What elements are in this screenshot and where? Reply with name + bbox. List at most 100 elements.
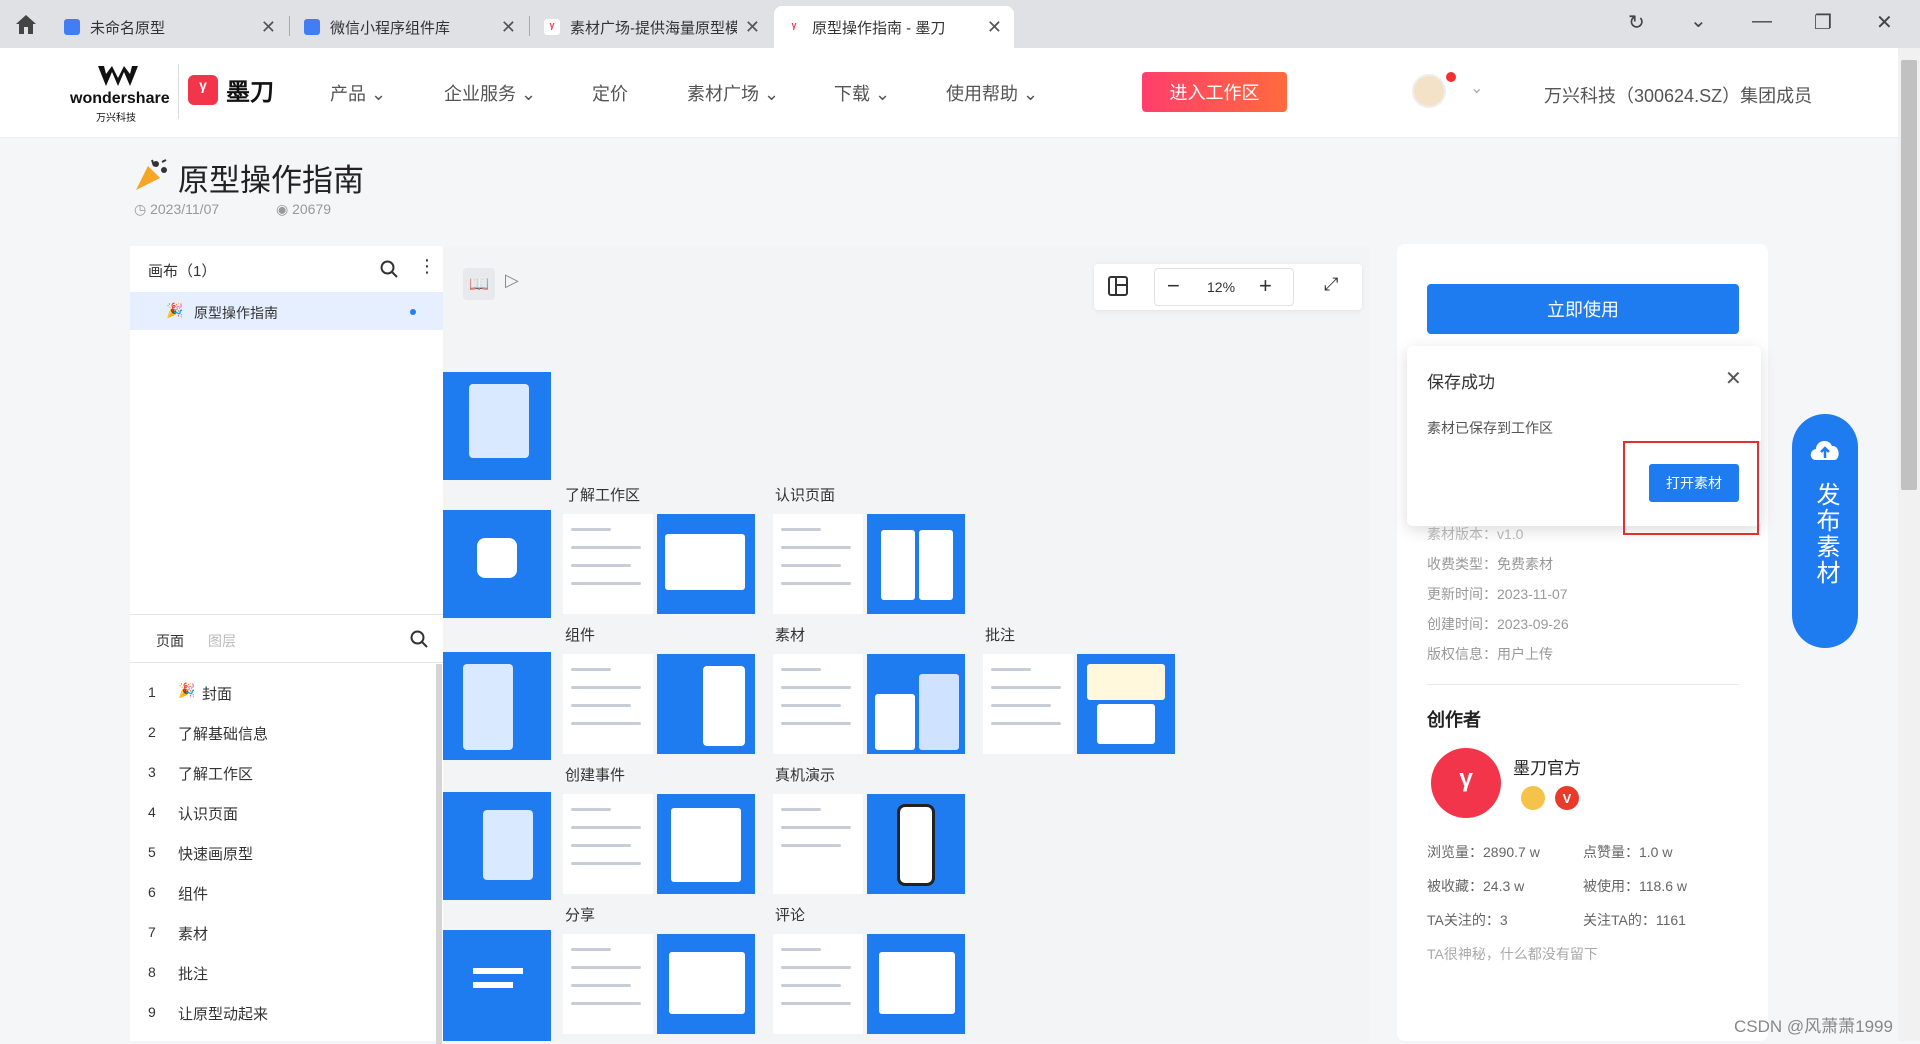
tab-label: 素材广场-提供海量原型模 — [570, 19, 737, 37]
page-label: 批注 — [178, 966, 209, 983]
wondershare-logo[interactable]: wondershare 万兴科技 — [68, 64, 170, 124]
modao-favicon-icon: ᵞ — [786, 19, 802, 35]
nav-download[interactable]: 下载 ⌄ — [834, 80, 890, 106]
page-row[interactable]: 5 快速画原型 — [130, 834, 430, 870]
page-row[interactable]: 4 认识页面 — [130, 794, 430, 830]
stat-favorites: 被收藏：24.3 w — [1427, 876, 1524, 896]
canvas-card[interactable] — [773, 514, 969, 618]
canvas-card-basic[interactable] — [443, 510, 551, 618]
stat-label: 被使用： — [1583, 878, 1639, 894]
browser-tab-active[interactable]: ᵞ 原型操作指南 - 墨刀 ✕ — [774, 6, 1014, 48]
canvas-card[interactable] — [563, 794, 759, 898]
canvas-card[interactable] — [563, 934, 759, 1038]
close-icon[interactable]: ✕ — [1725, 366, 1742, 391]
modao-logo[interactable]: ᵞ 墨刀 — [188, 72, 274, 107]
stat-label: 关注TA的： — [1583, 912, 1656, 928]
minimize-icon[interactable]: — — [1752, 10, 1772, 33]
page-row[interactable]: 6 组件 — [130, 874, 430, 910]
close-tab-icon[interactable]: ✕ — [745, 17, 760, 38]
group-member-text: 万兴科技（300624.SZ）集团成员 — [1544, 86, 1813, 106]
pages-scrollbar[interactable] — [436, 664, 442, 1044]
left-panel: 画布（1） ⋮ 🎉 原型操作指南 页面 图层 1 🎉 封面 2 了解基础信息 3 了解工… — [130, 246, 443, 1044]
stat-value: 24.3 w — [1483, 878, 1525, 894]
nav-label: 使用帮助 — [946, 84, 1018, 104]
browser-tab[interactable]: ᵞ 素材广场-提供海量原型模 ✕ — [532, 6, 772, 48]
close-tab-icon[interactable]: ✕ — [987, 17, 1002, 38]
canvas-card[interactable] — [773, 794, 969, 898]
page-title: 原型操作指南 — [178, 163, 364, 198]
author-name[interactable]: 墨刀官方 — [1513, 754, 1581, 779]
info-label: 素材版本： — [1427, 526, 1497, 542]
close-tab-icon[interactable]: ✕ — [261, 17, 276, 38]
canvas-card[interactable] — [773, 934, 969, 1038]
crown-badge-icon — [1521, 786, 1545, 810]
tab-pages[interactable]: 页面 — [156, 631, 184, 651]
canvas-card-misc[interactable] — [443, 930, 551, 1041]
chevron-down-icon[interactable]: ⌄ — [1470, 78, 1483, 98]
verified-badge-icon: V — [1555, 786, 1579, 810]
open-material-button[interactable]: 打开素材 — [1649, 464, 1739, 502]
enter-workspace-button[interactable]: 进入工作区 — [1142, 72, 1287, 112]
play-icon[interactable]: ▷ — [505, 270, 519, 291]
canvas-card[interactable] — [983, 654, 1179, 758]
page-num: 8 — [148, 964, 156, 980]
search-icon[interactable] — [380, 260, 398, 278]
view-count: ◉ 20679 — [276, 201, 332, 217]
info-label: 创建时间： — [1427, 616, 1497, 632]
fullscreen-icon[interactable]: ⤢ — [1324, 274, 1338, 295]
refresh-icon[interactable]: ↻ — [1628, 10, 1645, 35]
modao-favicon-icon: ᵞ — [544, 19, 560, 35]
nav-help[interactable]: 使用帮助 ⌄ — [946, 80, 1038, 106]
brand-sub: 万兴科技 — [96, 113, 136, 124]
zoom-out-icon[interactable]: − — [1167, 273, 1180, 299]
more-icon[interactable]: ⋮ — [418, 256, 436, 277]
avatar[interactable] — [1412, 74, 1446, 108]
party-popper-icon — [136, 159, 167, 190]
page-row[interactable]: 7 素材 — [130, 914, 430, 950]
page-row[interactable]: 9 让原型动起来 — [130, 994, 430, 1030]
canvas-list-item[interactable]: 🎉 原型操作指南 — [130, 292, 443, 330]
prototype-canvas[interactable]: 📖 ▷ − 12% + ⤢ 了解工作区 认识页面 组件 素材 批注 创建事件 真… — [443, 246, 1370, 1041]
page-row[interactable]: 2 了解基础信息 — [130, 714, 430, 750]
canvas-card[interactable] — [563, 654, 759, 758]
author-avatar[interactable]: ᵞ — [1431, 748, 1501, 818]
zoom-control: − 12% + — [1154, 268, 1294, 306]
canvas-card-motion[interactable] — [443, 792, 551, 900]
canvas-card-cover[interactable] — [443, 372, 551, 480]
search-icon[interactable] — [410, 630, 428, 648]
layout-icon[interactable] — [1108, 276, 1128, 296]
browser-tab[interactable]: 微信小程序组件库 ✕ — [292, 6, 528, 48]
info-label: 版权信息： — [1427, 646, 1497, 662]
page-num: 9 — [148, 1004, 156, 1020]
page-scrollbar-thumb[interactable] — [1901, 60, 1917, 490]
tab-layers[interactable]: 图层 — [208, 631, 236, 651]
nav-materials[interactable]: 素材广场 ⌄ — [687, 80, 779, 106]
canvas-card-quick[interactable] — [443, 652, 551, 760]
stat-value: 3 — [1499, 912, 1508, 928]
canvas-card[interactable] — [773, 654, 969, 758]
close-tab-icon[interactable]: ✕ — [501, 17, 516, 38]
page-row[interactable]: 8 批注 — [130, 954, 430, 990]
zoom-in-icon[interactable]: + — [1259, 273, 1272, 299]
nav-pricing[interactable]: 定价 — [592, 80, 628, 106]
page-row[interactable]: 1 🎉 封面 — [130, 674, 430, 710]
canvas-card[interactable] — [563, 514, 759, 618]
nav-products[interactable]: 产品 ⌄ — [330, 80, 386, 106]
author-heading: 创作者 — [1427, 710, 1481, 730]
party-popper-icon: 🎉 — [166, 302, 184, 318]
browser-tab[interactable]: 未命名原型 ✕ — [52, 6, 288, 48]
nav-enterprise[interactable]: 企业服务 ⌄ — [444, 80, 536, 106]
home-icon[interactable] — [14, 13, 38, 35]
chevron-down-icon[interactable]: ⌄ — [1690, 8, 1707, 33]
book-icon[interactable]: 📖 — [463, 268, 495, 300]
publish-material-button[interactable]: 发布素材 — [1792, 414, 1858, 648]
close-window-icon[interactable]: ✕ — [1876, 10, 1893, 35]
stat-value: 118.6 w — [1639, 878, 1687, 894]
nav-label: 下载 — [834, 84, 870, 104]
maximize-icon[interactable]: ❐ — [1814, 10, 1832, 35]
zoom-level[interactable]: 12% — [1207, 279, 1235, 295]
notification-dot — [1446, 72, 1456, 82]
toast-title: 保存成功 — [1427, 373, 1495, 392]
use-now-button[interactable]: 立即使用 — [1427, 284, 1739, 334]
page-row[interactable]: 3 了解工作区 — [130, 754, 430, 790]
